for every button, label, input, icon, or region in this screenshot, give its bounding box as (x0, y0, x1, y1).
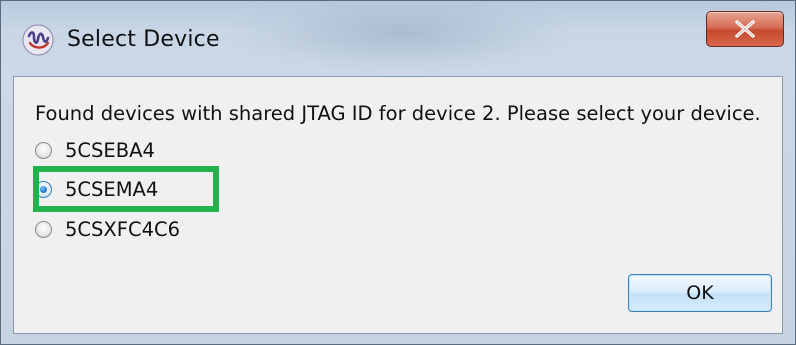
device-option-label: 5CSXFC4C6 (65, 217, 181, 241)
dialog-message: Found devices with shared JTAG ID for de… (35, 102, 761, 125)
radio-button-selected[interactable] (35, 180, 52, 198)
close-button[interactable] (706, 11, 784, 47)
device-option-label: 5CSEMA4 (65, 177, 159, 201)
dialog-body: Found devices with shared JTAG ID for de… (13, 76, 783, 334)
device-option-5cseba4[interactable]: 5CSEBA4 (35, 135, 155, 165)
close-x-icon (735, 20, 755, 38)
app-icon (22, 24, 54, 56)
title-bar[interactable]: Select Device (1, 1, 795, 75)
select-device-window: Select Device Found devices with shared … (0, 0, 796, 345)
window-title: Select Device (67, 27, 220, 52)
device-option-label: 5CSEBA4 (65, 138, 155, 162)
device-option-5csxfc4c6[interactable]: 5CSXFC4C6 (35, 214, 180, 244)
device-option-5csema4[interactable]: 5CSEMA4 (35, 174, 158, 204)
radio-button[interactable] (35, 220, 52, 238)
radio-button[interactable] (35, 141, 52, 159)
ok-button[interactable]: OK (628, 274, 772, 312)
